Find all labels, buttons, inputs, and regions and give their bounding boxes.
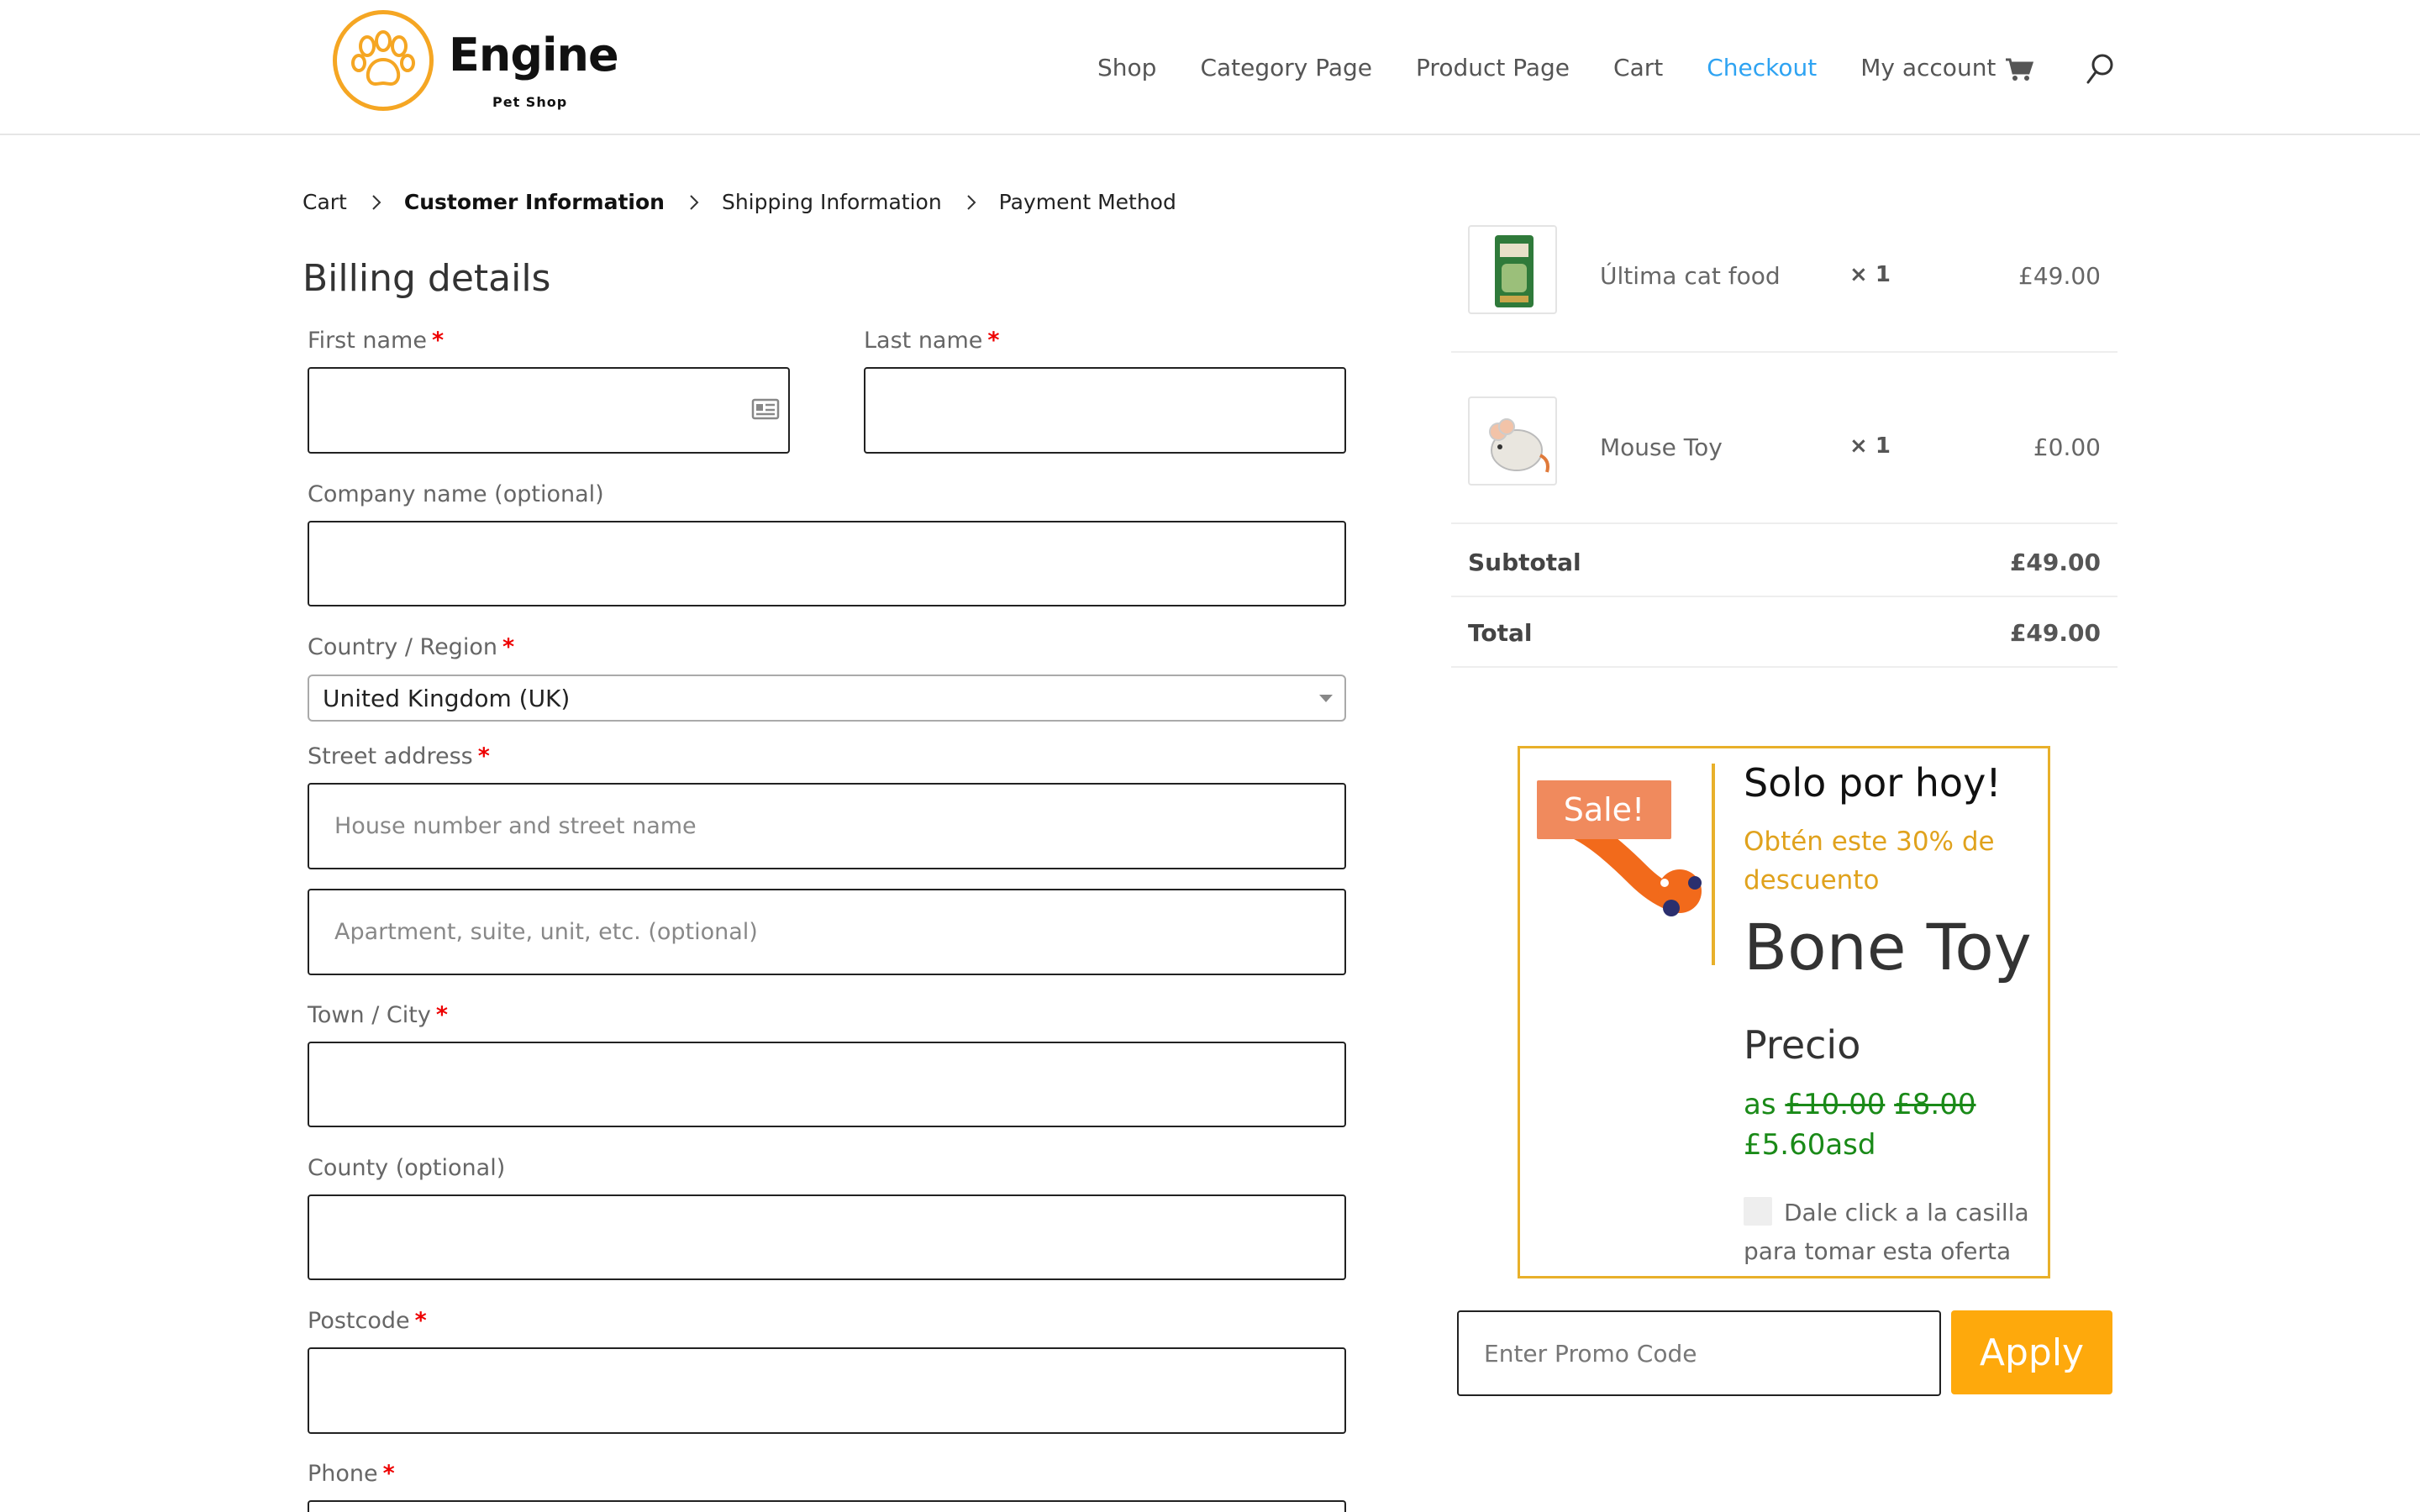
- offer-checkbox[interactable]: [1744, 1197, 1772, 1226]
- contact-card-icon[interactable]: [751, 397, 780, 421]
- sale-badge: Sale!: [1537, 780, 1671, 839]
- search-icon[interactable]: [2086, 52, 2116, 86]
- required-mark: *: [431, 328, 445, 354]
- last-name-field[interactable]: [864, 367, 1346, 454]
- offer-checkbox-row: Dale click a la casilla para tomar esta …: [1744, 1194, 2029, 1271]
- promo-code-input[interactable]: Enter Promo Code: [1457, 1310, 1941, 1396]
- required-mark: *: [435, 1002, 448, 1028]
- street-address-placeholder: House number and street name: [334, 813, 697, 839]
- order-item-qty: × 1: [1849, 262, 1891, 287]
- chevron-right-icon: [966, 194, 976, 210]
- country-label: Country / Region *: [308, 634, 514, 660]
- offer-divider: [1712, 764, 1715, 965]
- site-header: Engine Pet Shop Shop Category Page Produ…: [0, 0, 2420, 135]
- order-item-qty: × 1: [1849, 433, 1891, 459]
- checkout-breadcrumb: Cart Customer Information Shipping Infor…: [302, 190, 1176, 214]
- last-name-label: Last name *: [864, 328, 1000, 354]
- breadcrumb-customer-information[interactable]: Customer Information: [404, 190, 665, 214]
- postcode-field[interactable]: [308, 1347, 1346, 1434]
- subtotal-label: Subtotal: [1468, 549, 1581, 576]
- first-name-label-text: First name: [308, 328, 427, 354]
- order-item: Mouse Toy × 1 £0.00: [1451, 353, 2118, 524]
- street-address-label-text: Street address: [308, 743, 473, 769]
- country-select[interactable]: United Kingdom (UK): [308, 675, 1346, 722]
- first-name-field[interactable]: [308, 367, 790, 454]
- street-address-field[interactable]: House number and street name: [308, 783, 1346, 869]
- total-row: Total £49.00: [1451, 597, 2118, 668]
- country-selected-value: United Kingdom (UK): [323, 684, 571, 712]
- offer-price-old: £10.00: [1785, 1088, 1886, 1121]
- offer-subtitle: Obtén este 30% de descuento: [1744, 827, 1995, 895]
- town-label-text: Town / City: [308, 1002, 431, 1028]
- first-name-label: First name *: [308, 328, 444, 354]
- special-offer-box: Sale! Solo por hoy! Obtén este 30% de de…: [1518, 746, 2050, 1278]
- offer-price-prefix: as: [1744, 1088, 1776, 1121]
- order-item-price: £0.00: [2033, 433, 2101, 461]
- required-mark: *: [414, 1308, 427, 1334]
- required-mark: *: [502, 634, 515, 660]
- shopping-cart-icon[interactable]: [2005, 57, 2033, 82]
- nav-category-page[interactable]: Category Page: [1200, 54, 1372, 81]
- total-label: Total: [1468, 619, 1533, 647]
- offer-price: as £10.00 £8.00 £5.60asd: [1744, 1084, 2021, 1165]
- postcode-label: Postcode *: [308, 1308, 427, 1334]
- nav-cart[interactable]: Cart: [1613, 54, 1663, 81]
- main-nav: Shop Category Page Product Page Cart Che…: [1097, 49, 2039, 86]
- country-label-text: Country / Region: [308, 634, 497, 660]
- offer-price-new: £5.60asd: [1744, 1128, 1876, 1162]
- street-address-line2-placeholder: Apartment, suite, unit, etc. (optional): [334, 919, 758, 945]
- county-field[interactable]: [308, 1194, 1346, 1280]
- offer-checkbox-label: Dale click a la casilla para tomar esta …: [1744, 1199, 2029, 1265]
- order-item-name: Última cat food: [1600, 262, 1781, 290]
- breadcrumb-payment-method[interactable]: Payment Method: [999, 190, 1176, 214]
- breadcrumb-shipping-information[interactable]: Shipping Information: [722, 190, 942, 214]
- dropdown-arrow-icon: [1319, 695, 1333, 702]
- subtotal-row: Subtotal £49.00: [1451, 527, 2118, 597]
- postcode-label-text: Postcode: [308, 1308, 410, 1334]
- company-field[interactable]: [308, 521, 1346, 606]
- offer-price-label: Precio: [1744, 1022, 1861, 1068]
- mouse-toy-thumbnail: [1468, 396, 1557, 486]
- billing-title: Billing details: [302, 257, 551, 300]
- subtotal-value: £49.00: [2009, 549, 2101, 576]
- street-address-line2-field[interactable]: Apartment, suite, unit, etc. (optional): [308, 889, 1346, 975]
- required-mark: *: [477, 743, 490, 769]
- town-field[interactable]: [308, 1042, 1346, 1127]
- order-item-name: Mouse Toy: [1600, 433, 1723, 461]
- nav-shop[interactable]: Shop: [1097, 54, 1156, 81]
- nav-checkout[interactable]: Checkout: [1707, 54, 1817, 81]
- order-item: Última cat food × 1 £49.00: [1451, 181, 2118, 353]
- paw-icon: [333, 10, 434, 111]
- promo-code-placeholder: Enter Promo Code: [1484, 1339, 1697, 1368]
- county-label: County (optional): [308, 1155, 506, 1181]
- offer-product-name: Bone Toy: [1744, 910, 2032, 984]
- cat-food-thumbnail: [1468, 225, 1557, 314]
- site-logo[interactable]: Engine Pet Shop: [333, 10, 619, 114]
- required-mark: *: [987, 328, 1000, 354]
- total-value: £49.00: [2009, 619, 2101, 647]
- company-label: Company name (optional): [308, 481, 604, 507]
- town-label: Town / City *: [308, 1002, 448, 1028]
- last-name-label-text: Last name: [864, 328, 983, 354]
- brand-tagline: Pet Shop: [492, 94, 568, 110]
- nav-product-page[interactable]: Product Page: [1416, 54, 1570, 81]
- brand-name: Engine: [449, 29, 619, 81]
- order-item-price: £49.00: [2018, 262, 2101, 290]
- offer-price-old: £8.00: [1894, 1088, 1976, 1121]
- breadcrumb-cart[interactable]: Cart: [302, 190, 347, 214]
- phone-label-text: Phone: [308, 1461, 378, 1487]
- street-address-label: Street address *: [308, 743, 490, 769]
- nav-my-account[interactable]: My account: [1860, 54, 1996, 81]
- offer-title: Solo por hoy!: [1744, 760, 2002, 806]
- phone-field[interactable]: [308, 1500, 1346, 1512]
- apply-promo-button[interactable]: Apply: [1951, 1310, 2112, 1394]
- chevron-right-icon: [372, 194, 381, 210]
- required-mark: *: [382, 1461, 395, 1487]
- chevron-right-icon: [690, 194, 699, 210]
- phone-label: Phone *: [308, 1461, 395, 1487]
